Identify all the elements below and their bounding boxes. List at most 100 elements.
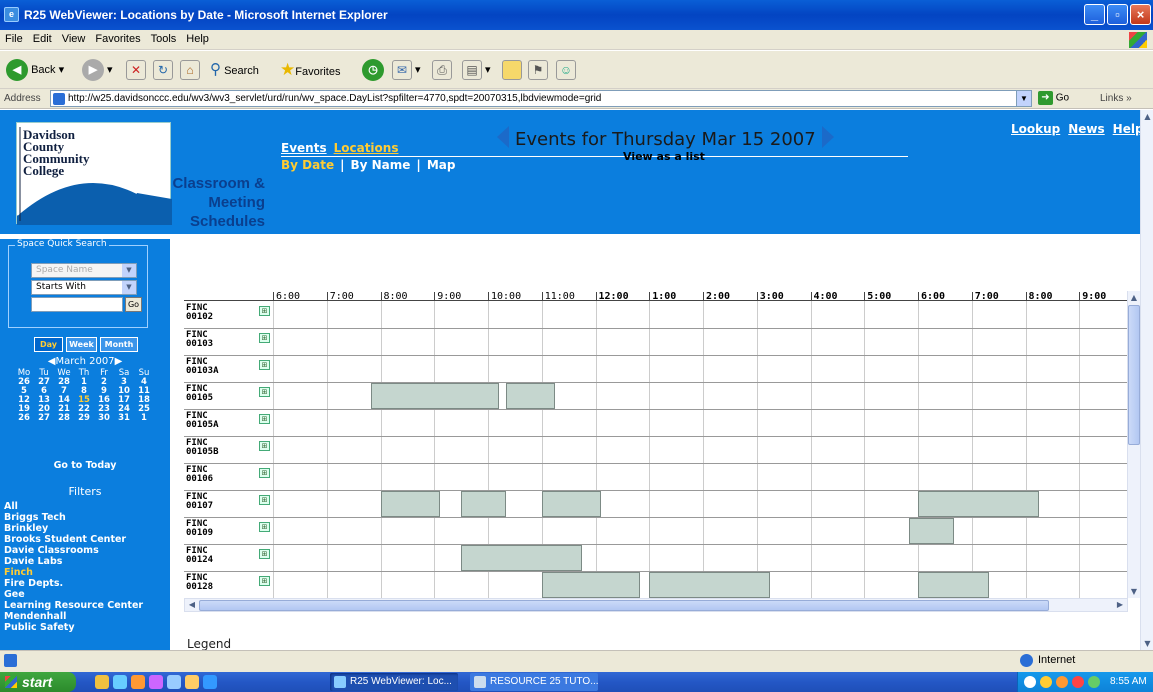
calendar-day[interactable]: 26 (14, 414, 34, 423)
room-label[interactable]: FINC 00128 (186, 574, 213, 592)
maximize-button[interactable]: ▫ (1107, 4, 1128, 25)
event-block[interactable] (918, 491, 1039, 517)
room-label[interactable]: FINC 00105A (186, 412, 219, 430)
filter-item[interactable]: Finch (4, 567, 143, 578)
room-label[interactable]: FINC 00105 (186, 385, 213, 403)
favorites-button[interactable]: ★Favorites (280, 57, 341, 83)
event-block[interactable] (918, 572, 990, 598)
quicklaunch-icon[interactable] (113, 675, 127, 689)
scroll-down-icon[interactable]: ▼ (1128, 585, 1140, 598)
quicklaunch-icon[interactable] (203, 675, 217, 689)
nav-locations[interactable]: Locations (334, 141, 399, 155)
filter-item[interactable]: Davie Labs (4, 556, 143, 567)
nav-by-name[interactable]: By Name (350, 158, 410, 172)
address-input[interactable]: http://w25.davidsonccc.edu/wv3/wv3_servl… (50, 90, 1032, 107)
menu-view[interactable]: View (57, 30, 91, 48)
tray-arrow-icon[interactable] (1024, 676, 1036, 688)
menu-help[interactable]: Help (181, 30, 214, 48)
scroll-thumb[interactable] (1128, 305, 1140, 445)
go-to-today-link[interactable]: Go to Today (0, 460, 170, 471)
task-webviewer[interactable]: R25 WebViewer: Loc... (330, 673, 458, 691)
quicklaunch-icon[interactable] (185, 675, 199, 689)
filter-item[interactable]: Learning Resource Center (4, 600, 143, 611)
scroll-up-icon[interactable]: ▲ (1141, 110, 1153, 123)
mail-button[interactable]: ✉ ▾ (392, 57, 421, 83)
room-details-icon[interactable]: ⊞ (259, 549, 270, 559)
task-resource25[interactable]: RESOURCE 25 TUTO... (470, 673, 599, 691)
room-details-icon[interactable]: ⊞ (259, 441, 270, 451)
day-view-button[interactable]: Day (34, 337, 63, 352)
week-view-button[interactable]: Week (66, 337, 97, 352)
filter-item[interactable]: Public Safety (4, 622, 143, 633)
filter-item[interactable]: Brinkley (4, 523, 143, 534)
grid-vertical-scrollbar[interactable]: ▲ ▼ (1127, 291, 1140, 598)
menu-favorites[interactable]: Favorites (90, 30, 145, 48)
grid-horizontal-scrollbar[interactable]: ◀ ▶ (184, 598, 1128, 612)
home-button[interactable]: ⌂ (180, 57, 200, 83)
month-view-button[interactable]: Month (100, 337, 138, 352)
room-details-icon[interactable]: ⊞ (259, 522, 270, 532)
menu-edit[interactable]: Edit (28, 30, 57, 48)
event-block[interactable] (461, 491, 506, 517)
event-block[interactable] (649, 572, 771, 598)
room-label[interactable]: FINC 00102 (186, 304, 213, 322)
address-dropdown-icon[interactable]: ▼ (1016, 91, 1031, 106)
room-label[interactable]: FINC 00103 (186, 331, 213, 349)
stop-button[interactable]: ✕ (126, 57, 146, 83)
room-details-icon[interactable]: ⊞ (259, 360, 270, 370)
nav-by-date[interactable]: By Date (281, 158, 334, 172)
research-button[interactable]: ⚑ (528, 57, 548, 83)
messenger-button[interactable]: ☺ (556, 57, 576, 83)
news-link[interactable]: News (1068, 122, 1104, 136)
event-block[interactable] (541, 572, 641, 598)
history-button[interactable]: ◷ (362, 57, 384, 83)
filter-item[interactable]: Davie Classrooms (4, 545, 143, 556)
room-label[interactable]: FINC 00103A (186, 358, 219, 376)
tray-icon[interactable] (1056, 676, 1068, 688)
space-name-select[interactable]: Space Name ▼ (31, 263, 137, 278)
room-details-icon[interactable]: ⊞ (259, 387, 270, 397)
prev-day-icon[interactable] (497, 126, 509, 148)
search-button[interactable]: ⚲ Search (210, 57, 259, 83)
calendar-day[interactable]: 30 (94, 414, 114, 423)
nav-events[interactable]: Events (281, 141, 327, 155)
calendar-day[interactable]: 31 (114, 414, 134, 423)
edit-button[interactable]: ▤ ▾ (462, 57, 491, 83)
filter-item[interactable]: Brooks Student Center (4, 534, 143, 545)
window-titlebar[interactable]: e R25 WebViewer: Locations by Date - Mic… (0, 0, 1153, 30)
calendar-day[interactable]: 29 (74, 414, 94, 423)
wireless-icon[interactable] (1088, 676, 1100, 688)
help-link[interactable]: Help (1113, 122, 1140, 136)
quicklaunch-icon[interactable] (167, 675, 181, 689)
tray-icon[interactable] (1072, 676, 1084, 688)
room-label[interactable]: FINC 00105B (186, 439, 219, 457)
view-as-list-link[interactable]: View as a list (623, 150, 705, 163)
next-month-icon[interactable]: ▶ (115, 356, 123, 367)
filter-item[interactable]: Gee (4, 589, 143, 600)
calendar-day[interactable]: 28 (54, 414, 74, 423)
lookup-link[interactable]: Lookup (1011, 122, 1060, 136)
room-label[interactable]: FINC 00107 (186, 493, 213, 511)
go-button[interactable]: ➜ Go (1038, 91, 1069, 105)
scroll-down-icon[interactable]: ▼ (1141, 637, 1153, 650)
page-vertical-scrollbar[interactable]: ▲ ▼ (1140, 110, 1153, 650)
menu-tools[interactable]: Tools (146, 30, 182, 48)
quick-search-go-button[interactable]: Go (125, 297, 142, 312)
calendar-day[interactable]: 27 (34, 414, 54, 423)
quicklaunch-icon[interactable] (131, 675, 145, 689)
room-details-icon[interactable]: ⊞ (259, 333, 270, 343)
forward-button[interactable]: ▶ ▾ (82, 57, 113, 83)
filter-item[interactable]: Mendenhall (4, 611, 143, 622)
minimize-button[interactable]: _ (1084, 4, 1105, 25)
room-details-icon[interactable]: ⊞ (259, 576, 270, 586)
event-block[interactable] (908, 518, 954, 544)
scroll-thumb[interactable] (199, 600, 1049, 611)
quicklaunch-icon[interactable] (95, 675, 109, 689)
event-block[interactable] (371, 383, 499, 409)
filter-item[interactable]: Fire Depts. (4, 578, 143, 589)
filter-item[interactable]: All (4, 501, 143, 512)
scroll-left-icon[interactable]: ◀ (185, 599, 199, 611)
room-details-icon[interactable]: ⊞ (259, 306, 270, 316)
refresh-button[interactable]: ↻ (153, 57, 173, 83)
tray-icon[interactable] (1040, 676, 1052, 688)
